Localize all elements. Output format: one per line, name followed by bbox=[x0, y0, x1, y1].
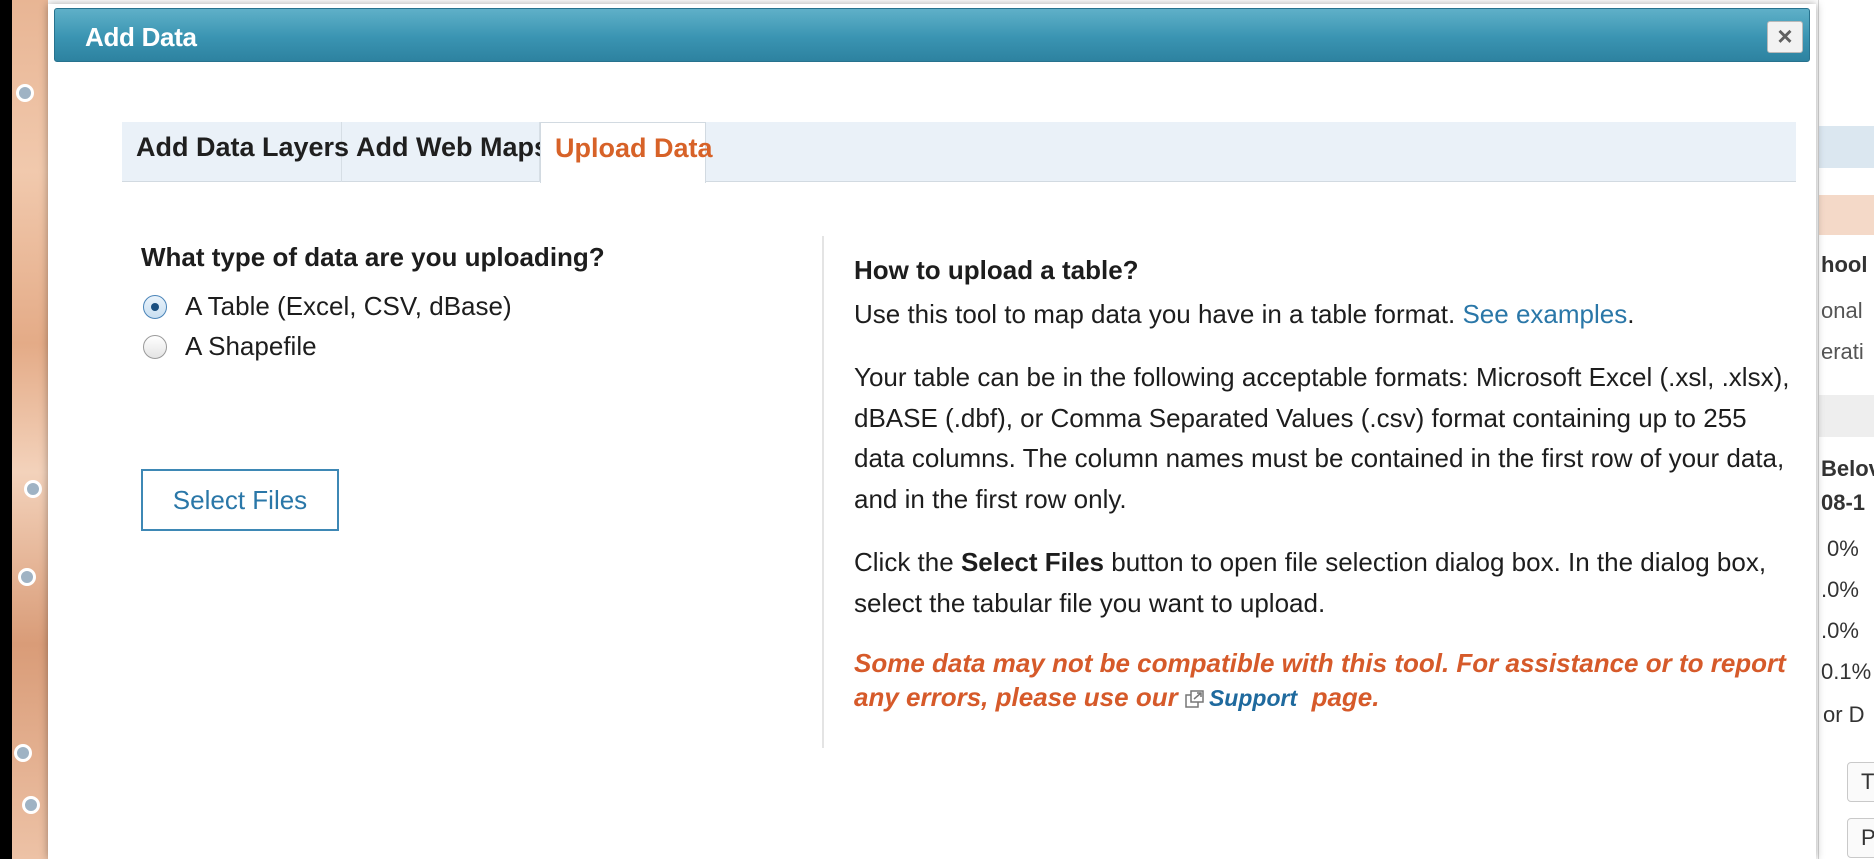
tab-label: Add Data Layers bbox=[136, 132, 350, 162]
help-formats: Your table can be in the following accep… bbox=[854, 362, 1790, 514]
map-marker bbox=[22, 796, 40, 814]
map-marker bbox=[14, 744, 32, 762]
see-examples-link[interactable]: See examples bbox=[1462, 299, 1627, 329]
external-link-icon bbox=[1185, 690, 1204, 708]
panel-text-fragment: 0% bbox=[1827, 536, 1859, 561]
add-data-dialog: Add Data × Add Data Layers Add Web Maps … bbox=[48, 4, 1816, 859]
help-title: How to upload a table? bbox=[854, 255, 1139, 285]
panel-text-fragment: 0.1% bbox=[1821, 659, 1872, 684]
map-marker bbox=[16, 84, 34, 102]
tab-label: Upload Data bbox=[555, 133, 713, 163]
panel-text-fragment: or D bbox=[1823, 702, 1865, 727]
option-table-label[interactable]: A Table (Excel, CSV, dBase) bbox=[185, 291, 512, 322]
help-intro-text: Use this tool to map data you have in a … bbox=[854, 298, 1456, 329]
panel-text-fragment: erati bbox=[1821, 339, 1864, 364]
option-shapefile-label[interactable]: A Shapefile bbox=[185, 331, 317, 362]
help-click-bold: Select Files bbox=[960, 547, 1105, 577]
panel-text-fragment: hool bbox=[1821, 252, 1868, 277]
dialog-title: Add Data bbox=[85, 22, 197, 52]
panel-text-fragment: Belov bbox=[1821, 456, 1874, 481]
help-instructions: Click the Select Files button to open fi… bbox=[854, 542, 1794, 623]
column-divider bbox=[822, 236, 824, 748]
help-click-pre: Click the bbox=[854, 547, 954, 577]
dialog-titlebar: Add Data × bbox=[54, 8, 1810, 62]
compatibility-warning: Some data may not be compatible with thi… bbox=[854, 646, 1794, 715]
support-link[interactable]: Support bbox=[1209, 685, 1297, 711]
panel-text-fragment: .0% bbox=[1821, 577, 1859, 602]
data-type-question: What type of data are you uploading? bbox=[141, 242, 605, 272]
map-marker bbox=[24, 480, 42, 498]
tab-label: Add Web Maps bbox=[356, 132, 550, 162]
warning-end: page. bbox=[1311, 682, 1380, 712]
panel-button: T bbox=[1847, 762, 1874, 802]
panel-section-bar bbox=[1819, 395, 1874, 437]
panel-text-fragment: 08-1 bbox=[1821, 490, 1866, 515]
radio-unselected-icon[interactable] bbox=[143, 335, 167, 359]
panel-button-label: P bbox=[1861, 825, 1874, 851]
panel-button-label: T bbox=[1861, 769, 1874, 794]
help-panel: How to upload a table? Use this tool to … bbox=[854, 250, 1794, 738]
help-intro-end: . bbox=[1627, 298, 1635, 329]
panel-text-fragment: .0% bbox=[1821, 618, 1859, 643]
tab-add-data-layers[interactable]: Add Data Layers bbox=[122, 122, 349, 182]
panel-button: P bbox=[1847, 818, 1874, 858]
help-intro: Use this tool to map data you have in a … bbox=[854, 294, 1794, 335]
tab-strip: Add Data Layers Add Web Maps Upload Data bbox=[122, 122, 1796, 183]
close-button[interactable]: × bbox=[1767, 21, 1803, 53]
select-files-button[interactable]: Select Files bbox=[141, 469, 339, 531]
panel-text-fragment: onal bbox=[1821, 298, 1863, 323]
tab-upload-data[interactable]: Upload Data bbox=[540, 122, 713, 183]
close-icon: × bbox=[1777, 21, 1793, 51]
window-edge bbox=[0, 0, 12, 859]
tab-add-web-maps[interactable]: Add Web Maps bbox=[342, 122, 549, 182]
background-side-panel: hool onal erati Belov 08-1 0% .0% .0% 0.… bbox=[1818, 0, 1874, 859]
panel-header-bar bbox=[1819, 126, 1874, 168]
radio-selected-icon[interactable] bbox=[143, 295, 167, 319]
map-marker bbox=[18, 568, 36, 586]
background-map bbox=[12, 0, 48, 859]
panel-highlight-bar bbox=[1819, 195, 1874, 235]
